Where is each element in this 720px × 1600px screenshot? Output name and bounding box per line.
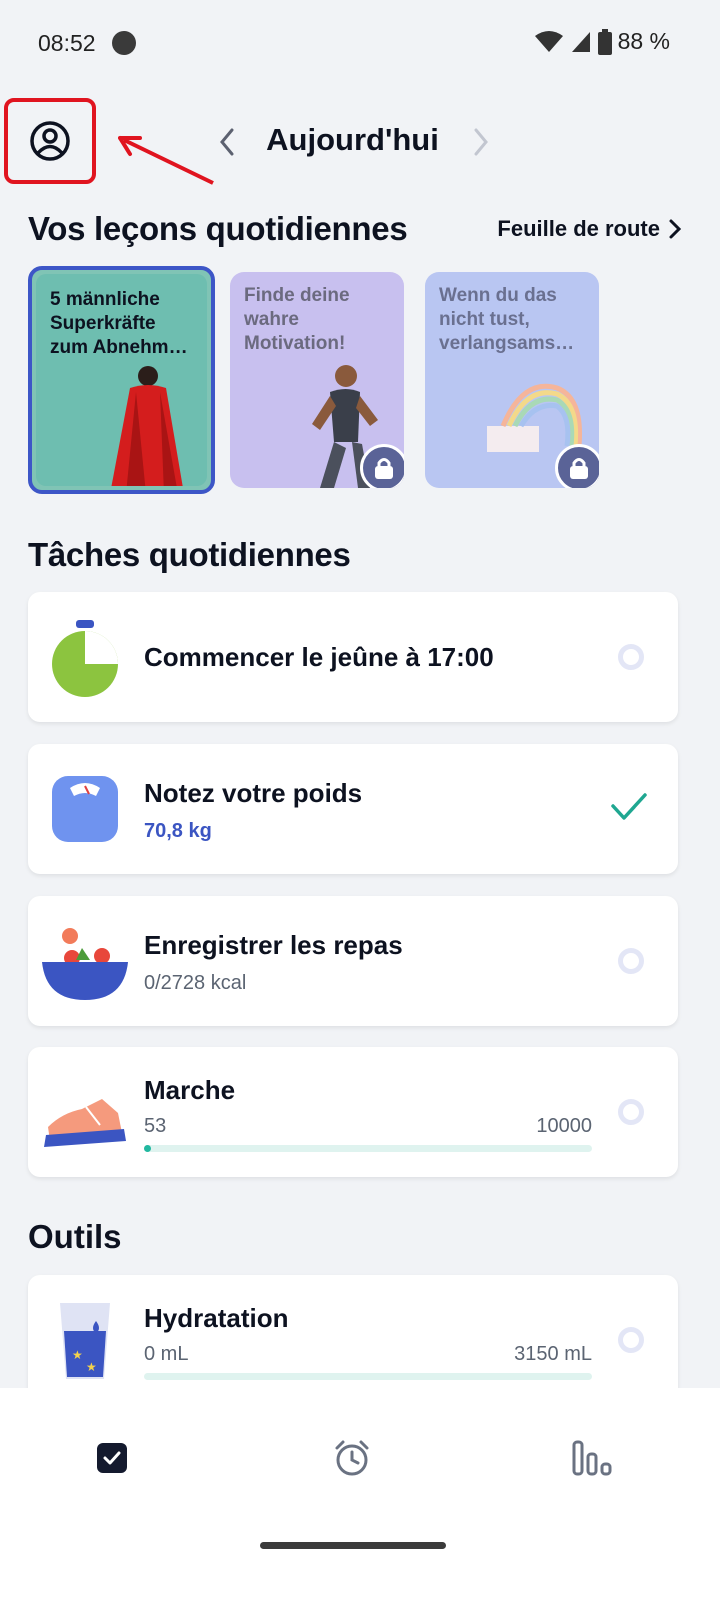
date-title: Aujourd'hui — [266, 122, 439, 157]
roadmap-link[interactable]: Feuille de route — [497, 216, 682, 242]
battery-percent: 88 % — [617, 28, 670, 54]
wifi-icon — [534, 30, 563, 52]
lessons-section-title: Vos leçons quotidiennes — [28, 210, 408, 247]
task-walk[interactable]: Marche 53 10000 — [28, 1047, 678, 1177]
annotation-arrow-icon — [118, 136, 214, 185]
tools-section-title: Outils — [28, 1218, 122, 1255]
task-meals[interactable]: Enregistrer les repas 0/2728 kcal — [28, 896, 678, 1026]
task-title: Enregistrer les repas — [144, 930, 403, 960]
task-title: Commencer le jeûne à 17:00 — [144, 642, 494, 672]
lesson-card-2[interactable]: Finde deine wahre Motivation! — [230, 272, 404, 488]
walk-progress-bar — [144, 1145, 592, 1152]
alarm-clock-icon — [335, 1440, 369, 1476]
fasting-timer-icon — [52, 620, 118, 697]
profile-button[interactable] — [4, 98, 96, 184]
hydration-goal: 3150 mL — [514, 1343, 592, 1365]
status-indicators: 88 % — [534, 28, 670, 55]
walk-steps-current: 53 — [144, 1115, 167, 1137]
lesson-card-text: Wenn du das nicht tust, verlangsams… — [439, 285, 575, 354]
task-title: Marche — [144, 1075, 236, 1105]
roadmap-label: Feuille de route — [497, 216, 660, 241]
status-bar: 08:52 88 % — [0, 0, 720, 88]
checkmark-icon[interactable] — [610, 792, 648, 822]
notification-dot-icon — [112, 31, 136, 55]
status-time: 08:52 — [38, 30, 96, 56]
lesson-card-1[interactable]: 5 männliche Superkräfte zum Abnehm… — [28, 266, 215, 494]
superhero-illustration-icon — [111, 366, 183, 486]
task-title: Notez votre poids — [144, 778, 363, 808]
tool-title: Hydratation — [144, 1303, 289, 1333]
task-status-radio[interactable] — [618, 948, 644, 974]
previous-day-chevron-icon[interactable] — [212, 124, 242, 160]
walk-progress-fill — [144, 1145, 151, 1152]
signal-icon — [571, 31, 590, 52]
svg-text:★: ★ — [86, 1360, 97, 1374]
walk-steps-goal: 10000 — [536, 1115, 592, 1137]
hydration-current: 0 mL — [144, 1343, 189, 1365]
svg-text:★: ★ — [72, 1348, 83, 1362]
salad-bowl-icon — [42, 928, 128, 1000]
checkbox-icon — [97, 1443, 127, 1473]
lock-badge — [555, 444, 599, 488]
user-profile-icon — [30, 121, 70, 161]
task-subtitle: 0/2728 kcal — [144, 972, 247, 994]
water-glass-icon: ★ ★ — [60, 1303, 110, 1379]
bottom-navigation — [0, 1388, 720, 1600]
tool-status-radio[interactable] — [618, 1327, 644, 1353]
lesson-card-text: 5 männliche Superkräfte zum Abnehm… — [50, 289, 188, 358]
tasks-section-title: Tâches quotidiennes — [28, 536, 351, 573]
task-status-radio[interactable] — [618, 1099, 644, 1125]
scale-icon — [52, 776, 118, 842]
battery-icon — [597, 28, 612, 55]
nav-tasks-tab[interactable] — [82, 1428, 142, 1488]
lock-icon — [570, 458, 588, 479]
task-fasting[interactable]: Commencer le jeûne à 17:00 — [28, 592, 678, 722]
tool-hydration[interactable]: ★ ★ Hydratation 0 mL 3150 mL — [28, 1275, 678, 1405]
hydration-progress-bar — [144, 1373, 592, 1380]
chevron-right-icon — [669, 219, 682, 239]
lock-badge — [360, 444, 404, 488]
task-status-radio[interactable] — [618, 644, 644, 670]
lesson-card-text: Finde deine wahre Motivation! — [244, 285, 350, 354]
lesson-card-3[interactable]: Wenn du das nicht tust, verlangsams… — [425, 272, 599, 488]
task-weight[interactable]: Notez votre poids 70,8 kg — [28, 744, 678, 874]
next-day-chevron-icon[interactable] — [466, 124, 496, 160]
nav-fasting-tab[interactable] — [322, 1428, 382, 1488]
nav-stats-tab[interactable] — [562, 1428, 622, 1488]
task-subtitle: 70,8 kg — [144, 820, 212, 842]
sneaker-icon — [44, 1099, 126, 1147]
lock-icon — [375, 458, 393, 479]
bar-chart-icon — [572, 1440, 612, 1476]
home-indicator[interactable] — [260, 1542, 446, 1549]
